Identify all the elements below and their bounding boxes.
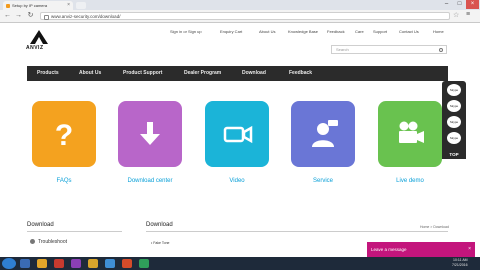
tile-download-center[interactable] [118, 101, 182, 167]
sidebar-item-troubleshoot[interactable]: Troubleshoot [30, 239, 67, 245]
nav-download[interactable]: Download [242, 66, 266, 81]
nav-products[interactable]: Products [37, 66, 59, 81]
video-camera-icon [223, 125, 253, 144]
app-icon[interactable] [71, 259, 81, 268]
anviz-logo-icon[interactable] [30, 30, 48, 44]
tab-title: Setup by IP camera [12, 3, 48, 8]
tile-live-demo[interactable] [378, 101, 442, 167]
sidebar-heading: Download [27, 222, 54, 228]
divider [146, 231, 448, 232]
browser-tab-bar: Setup by IP camera × – □ × [0, 0, 480, 10]
tile-label-live-demo[interactable]: Live demo [365, 178, 455, 184]
download-arrow-icon [140, 122, 160, 145]
skype-icon[interactable]: Skype [447, 116, 461, 128]
forward-icon[interactable]: → [14, 11, 23, 20]
nav-dealer-program[interactable]: Dealer Program [184, 66, 221, 81]
tile-label-video[interactable]: Video [192, 178, 282, 184]
tile-label-service[interactable]: Service [278, 178, 368, 184]
toplink-home[interactable]: Home [433, 29, 444, 34]
toplink-enquiry-cart[interactable]: Enquiry Cart [220, 29, 242, 34]
bookmark-star-icon[interactable]: ☆ [453, 11, 459, 19]
tile-faqs[interactable]: ? [32, 101, 96, 167]
leave-message-widget[interactable]: Leave a message × [367, 242, 475, 257]
skype-icon[interactable]: Skype [447, 84, 461, 96]
toplink-support[interactable]: Support [373, 29, 387, 34]
top-links: Sign in or Sign up Enquiry Cart About Us… [167, 29, 452, 37]
url-input[interactable]: www.anviz-security.com/download/ [40, 12, 450, 20]
window-close-icon[interactable]: × [466, 0, 479, 9]
nav-feedback[interactable]: Feedback [289, 66, 312, 81]
app-icon[interactable] [139, 259, 149, 268]
toplink-about-us[interactable]: About Us [259, 29, 275, 34]
ie-icon[interactable] [20, 259, 30, 268]
taskbar: 10:11 AM 7/21/2016 [0, 257, 480, 270]
nav-product-support[interactable]: Product Support [123, 66, 162, 81]
chrome-icon[interactable] [88, 259, 98, 268]
tile-service[interactable] [291, 101, 355, 167]
search-icon[interactable] [439, 47, 443, 52]
main-nav: Products About Us Product Support Dealer… [27, 66, 448, 81]
favicon-icon [6, 3, 10, 8]
question-icon: ? [55, 119, 73, 149]
clock-date: 7/21/2016 [452, 263, 468, 267]
support-agent-icon [312, 120, 338, 147]
bullet-icon [30, 239, 35, 245]
reload-icon[interactable]: ↻ [26, 11, 35, 20]
toplink-care[interactable]: Care [355, 29, 364, 34]
minimize-icon[interactable]: – [440, 0, 453, 9]
chat-close-icon[interactable]: × [468, 242, 471, 257]
toplink-contact-us[interactable]: Contact Us [399, 29, 419, 34]
url-text: www.anviz-security.com/download/ [51, 14, 121, 19]
list-item[interactable]: • Fake Tone [151, 241, 169, 245]
skype-icon[interactable]: Skype [447, 132, 461, 144]
toplink-knowledge-base[interactable]: Knowledge Base [288, 29, 318, 34]
nav-about-us[interactable]: About Us [79, 66, 101, 81]
new-tab-button[interactable] [76, 2, 86, 9]
search-input[interactable]: Search [331, 45, 447, 54]
app-icon[interactable] [105, 259, 115, 268]
sidebar-item-label: Troubleshoot [38, 239, 67, 245]
svg-text:?: ? [55, 119, 73, 149]
start-button[interactable] [2, 258, 16, 269]
movie-camera-icon [399, 121, 424, 143]
address-toolbar: ← → ↻ www.anviz-security.com/download/ ☆… [0, 10, 480, 23]
breadcrumb[interactable]: Home > Download [420, 225, 449, 229]
tab-close-icon[interactable]: × [67, 1, 70, 10]
search-placeholder: Search [336, 47, 349, 52]
tile-label-faqs[interactable]: FAQs [19, 178, 109, 184]
toplink-signin[interactable]: Sign in or Sign up [170, 29, 202, 34]
browser-menu-icon[interactable]: ≡ [466, 11, 470, 18]
logo-text: ANVIZ [26, 45, 44, 51]
folder-icon[interactable] [37, 259, 47, 268]
floating-contact-rail: Skype Skype Skype Skype [442, 81, 466, 159]
system-clock[interactable]: 10:11 AM 7/21/2016 [452, 258, 468, 268]
section-heading: Download [146, 222, 173, 228]
maximize-icon[interactable]: □ [453, 0, 466, 9]
tile-video[interactable] [205, 101, 269, 167]
toplink-feedback[interactable]: Feedback [327, 29, 345, 34]
page-info-icon[interactable] [44, 15, 49, 20]
back-to-top-button[interactable]: TOP [442, 151, 466, 159]
browser-tab[interactable]: Setup by IP camera × [3, 1, 73, 10]
back-icon[interactable]: ← [3, 11, 12, 20]
tile-label-download-center[interactable]: Download center [105, 178, 195, 184]
app-icon[interactable] [122, 259, 132, 268]
chat-label: Leave a message [371, 247, 407, 252]
divider [27, 231, 122, 232]
skype-icon[interactable]: Skype [447, 100, 461, 112]
media-icon[interactable] [54, 259, 64, 268]
